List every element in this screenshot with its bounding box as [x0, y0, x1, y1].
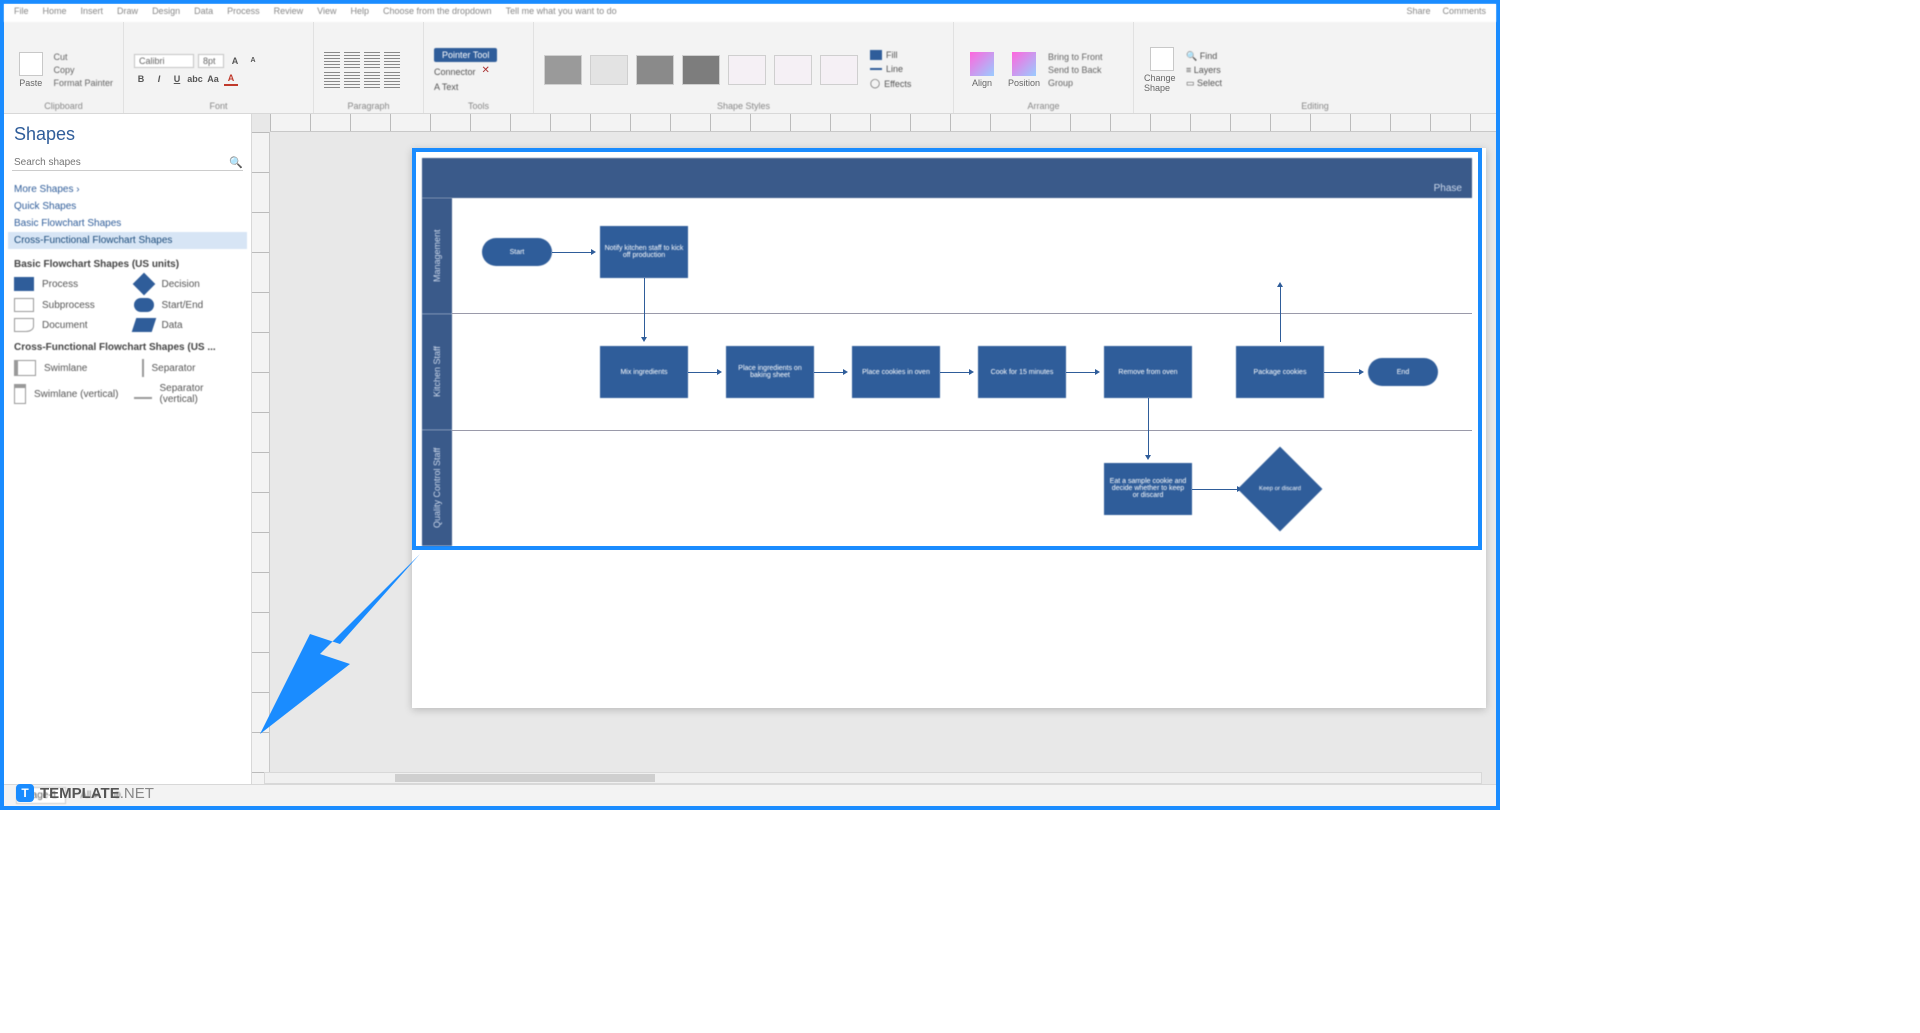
font-color-button[interactable]: A [224, 72, 238, 86]
annotation-arrow-icon [260, 554, 420, 734]
format-painter-button[interactable]: Format Painter [53, 78, 113, 88]
align-button[interactable]: Align [964, 47, 1000, 93]
align-right-button[interactable] [364, 52, 380, 68]
group-label: Clipboard [4, 101, 123, 111]
shape-decision[interactable]: Decision [134, 276, 242, 292]
shape-swimlane-v[interactable]: Swimlane (vertical) [14, 383, 122, 405]
align-top-button[interactable] [324, 72, 340, 88]
strike-button[interactable]: abc [188, 72, 202, 86]
line-dropdown[interactable]: Line [870, 64, 911, 74]
cross-functional-link[interactable]: Cross-Functional Flowchart Shapes [8, 232, 247, 249]
increase-font-button[interactable]: A [228, 54, 242, 68]
search-shapes-input[interactable]: 🔍 [12, 155, 243, 171]
page[interactable] [412, 148, 1486, 708]
menu-tabs: FileHomeInsertDrawDesignDataProcessRevie… [4, 4, 1496, 22]
font-size-combo[interactable]: 8pt [198, 54, 224, 68]
ribbon: Paste Cut Copy Format Painter Clipboard … [4, 22, 1496, 114]
shapes-panel-title: Shapes [8, 120, 247, 155]
drawing-canvas[interactable]: Phase Management Kitchen Staff Quality C… [252, 114, 1496, 784]
group-button[interactable]: Group [1048, 78, 1103, 88]
italic-button[interactable]: I [152, 72, 166, 86]
underline-button[interactable]: U [170, 72, 184, 86]
connector-tool-button[interactable]: Connector [434, 67, 476, 77]
shape-swimlane[interactable]: Swimlane [14, 359, 122, 377]
quick-shapes-link[interactable]: Quick Shapes [8, 198, 247, 215]
align-justify-button[interactable] [384, 52, 400, 68]
select-button[interactable]: ▭ Select [1186, 78, 1222, 89]
copy-button[interactable]: Copy [53, 65, 113, 75]
align-bottom-button[interactable] [364, 72, 380, 88]
shape-style-gallery[interactable] [544, 55, 858, 85]
align-left-button[interactable] [324, 52, 340, 68]
rotate-button[interactable] [384, 72, 400, 88]
basic-flowchart-link[interactable]: Basic Flowchart Shapes [8, 215, 247, 232]
shape-data[interactable]: Data [134, 318, 242, 332]
cut-button[interactable]: Cut [53, 52, 113, 62]
shape-process[interactable]: Process [14, 276, 122, 292]
search-icon: 🔍 [229, 156, 243, 170]
fill-dropdown[interactable]: Fill [870, 50, 911, 60]
position-button[interactable]: Position [1006, 47, 1042, 93]
shapes-panel: Shapes 🔍 More Shapes › Quick Shapes Basi… [4, 114, 252, 784]
shape-separator[interactable]: Separator [134, 359, 242, 377]
status-bar: Page-1 All ▸ ⊕ [4, 784, 1496, 806]
font-size-dropdown[interactable]: Aa [206, 72, 220, 86]
shape-document[interactable]: Document [14, 318, 122, 332]
bring-front-button[interactable]: Bring to Front [1048, 52, 1103, 62]
bold-button[interactable]: B [134, 72, 148, 86]
text-tool-button[interactable]: A Text [434, 82, 458, 92]
align-center-button[interactable] [344, 52, 360, 68]
delete-icon[interactable]: ✕ [482, 65, 496, 79]
more-shapes-link[interactable]: More Shapes › [8, 181, 247, 198]
find-button[interactable]: 🔍 Find [1186, 51, 1222, 62]
change-shape-button[interactable]: Change Shape [1144, 47, 1180, 93]
shape-start-end[interactable]: Start/End [134, 298, 242, 312]
horizontal-scrollbar[interactable] [264, 772, 1482, 784]
paste-button[interactable]: Paste [14, 47, 47, 93]
font-name-combo[interactable]: Calibri [134, 54, 194, 68]
shape-subprocess[interactable]: Subprocess [14, 298, 122, 312]
pointer-tool-button[interactable]: Pointer Tool [434, 48, 497, 62]
layers-button[interactable]: ≡ Layers [1186, 65, 1222, 75]
send-back-button[interactable]: Send to Back [1048, 65, 1103, 75]
template-logo-icon: T [16, 784, 34, 802]
category-header: Cross-Functional Flowchart Shapes (US ..… [8, 332, 247, 359]
category-header: Basic Flowchart Shapes (US units) [8, 249, 247, 276]
align-middle-button[interactable] [344, 72, 360, 88]
decrease-font-button[interactable]: A [246, 54, 260, 68]
effects-dropdown[interactable]: ◯Effects [870, 78, 911, 89]
shape-separator-v[interactable]: Separator (vertical) [134, 383, 242, 405]
watermark: T TEMPLATE.NET [16, 784, 154, 802]
horizontal-ruler [270, 114, 1496, 132]
